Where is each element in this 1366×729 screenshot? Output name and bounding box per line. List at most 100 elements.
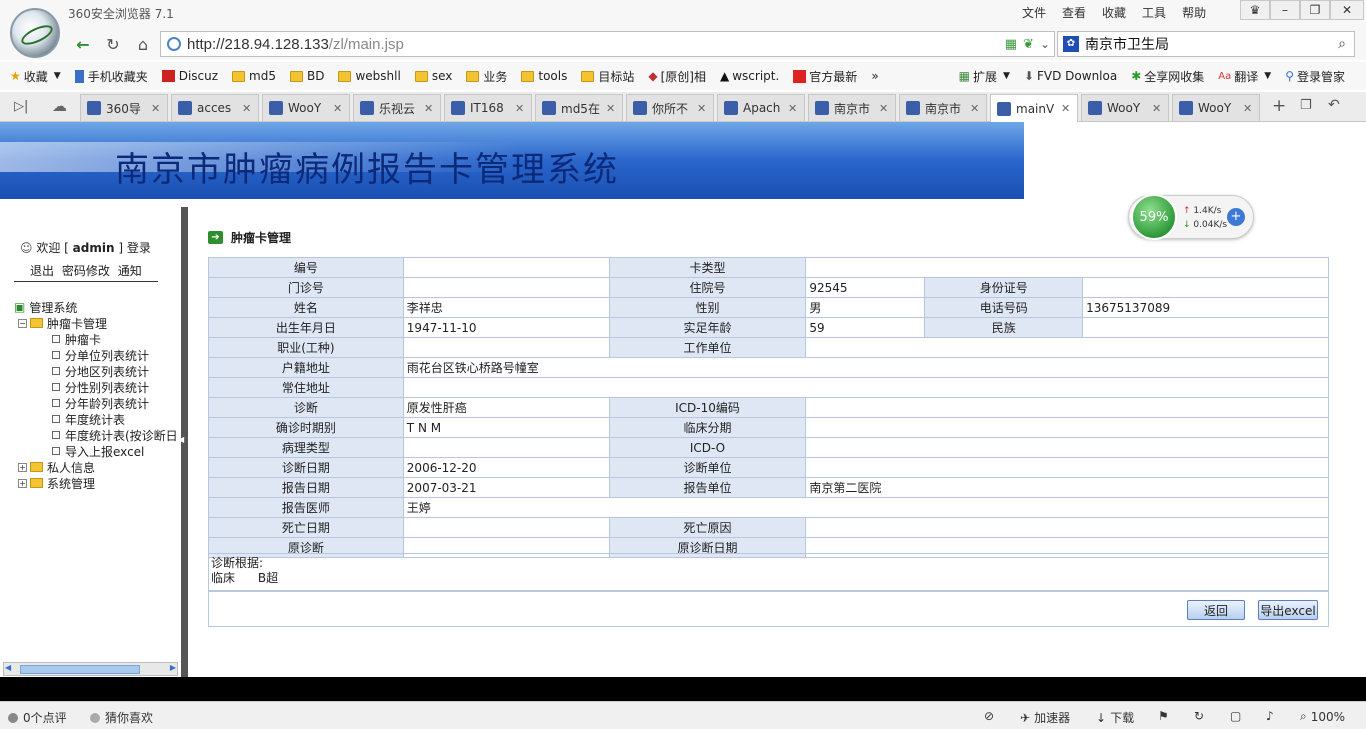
- search-icon[interactable]: ⌕: [1338, 36, 1346, 52]
- menu-view[interactable]: 查看: [1062, 4, 1086, 21]
- back-icon[interactable]: ←: [70, 32, 96, 56]
- tab-close-icon[interactable]: ✕: [424, 102, 436, 115]
- qr-icon[interactable]: ▦: [1005, 37, 1017, 52]
- status-volume-icon[interactable]: ♪: [1266, 709, 1274, 723]
- accelerator-status[interactable]: ✈ 加速器: [1020, 709, 1070, 726]
- tree-item-7[interactable]: 导入上报excel: [14, 443, 178, 459]
- skin-icon[interactable]: ♛: [1240, 0, 1270, 20]
- logout-link[interactable]: 退出: [30, 264, 54, 278]
- url-dropdown-icon[interactable]: ⌄: [1040, 37, 1050, 51]
- zoom-status[interactable]: ⌕ 100%: [1300, 709, 1345, 724]
- tab-close-icon[interactable]: ✕: [151, 102, 163, 115]
- tree-item-5[interactable]: 年度统计表: [14, 411, 178, 427]
- expand-icon[interactable]: +: [18, 462, 27, 472]
- home-icon[interactable]: ⌂: [130, 32, 156, 56]
- tab-5[interactable]: md5在 ✕: [535, 94, 623, 121]
- bookmark-md5[interactable]: md5: [232, 69, 276, 83]
- tab-10[interactable]: mainV ✕: [990, 94, 1078, 122]
- tree-item-1[interactable]: 分单位列表统计: [14, 347, 178, 363]
- url-field[interactable]: http://218.94.128.133/zl/main.jsp ▦ ❦ ⌄: [160, 31, 1055, 57]
- menu-help[interactable]: 帮助: [1182, 4, 1206, 21]
- tab-close-icon[interactable]: ✕: [879, 102, 891, 115]
- tab-close-icon[interactable]: ✕: [515, 102, 527, 115]
- search-input[interactable]: [1085, 36, 1315, 52]
- tab-12[interactable]: WooY ✕: [1172, 94, 1260, 121]
- tree-item-2[interactable]: 分地区列表统计: [14, 363, 178, 379]
- search-box[interactable]: ✿ ⌕: [1057, 31, 1355, 57]
- refresh-icon[interactable]: ↻: [100, 32, 126, 56]
- menu-file[interactable]: 文件: [1022, 4, 1046, 21]
- leaf-icon[interactable]: ❦: [1023, 37, 1034, 52]
- toolbar-collect[interactable]: ✱ 全享网收集: [1131, 68, 1204, 85]
- bookmark-wscript[interactable]: ▲ wscript.: [720, 69, 779, 83]
- bookmark-original[interactable]: ◆ [原创]相: [648, 68, 706, 85]
- scroll-left-icon[interactable]: ◀: [5, 663, 11, 672]
- tab-close-icon[interactable]: ✕: [606, 102, 618, 115]
- bookmark-webshll[interactable]: webshll: [338, 69, 401, 83]
- bookmark-more-icon[interactable]: »: [871, 69, 878, 83]
- toolbar-fvd[interactable]: ⬇ FVD Downloa: [1024, 69, 1117, 83]
- bookmark-tools[interactable]: tools: [521, 69, 567, 83]
- tab-close-icon[interactable]: ✕: [242, 102, 254, 115]
- guess-status[interactable]: 猜你喜欢: [90, 709, 153, 726]
- bookmark-official[interactable]: 官方最新: [793, 68, 857, 85]
- bookmark-bd[interactable]: BD: [290, 69, 324, 83]
- tree-group-tumor-card[interactable]: − 肿瘤卡管理: [14, 315, 178, 331]
- menu-tools[interactable]: 工具: [1142, 4, 1166, 21]
- tab-1[interactable]: acces ✕: [171, 94, 259, 121]
- bookmark-favorites[interactable]: ★ 收藏 ▼: [10, 68, 61, 85]
- tab-9[interactable]: 南京市 ✕: [899, 94, 987, 121]
- tree-item-3[interactable]: 分性别列表统计: [14, 379, 178, 395]
- status-flag-icon[interactable]: ⚑: [1158, 709, 1169, 723]
- expand-icon[interactable]: +: [18, 478, 27, 488]
- tab-2[interactable]: WooY ✕: [262, 94, 350, 121]
- tab-6[interactable]: 你所不 ✕: [626, 94, 714, 121]
- status-refresh-icon[interactable]: ↻: [1194, 709, 1204, 723]
- tab-close-icon[interactable]: ✕: [1061, 102, 1073, 115]
- tab-0[interactable]: 360导 ✕: [80, 94, 168, 121]
- bookmark-discuz[interactable]: Discuz: [161, 69, 218, 83]
- tab-close-icon[interactable]: ✕: [333, 102, 345, 115]
- tab-11[interactable]: WooY ✕: [1081, 94, 1169, 121]
- collapse-icon[interactable]: −: [18, 318, 27, 328]
- cloud-icon[interactable]: ☁: [52, 97, 67, 115]
- bookmark-target[interactable]: 目标站: [581, 68, 634, 85]
- tab-close-icon[interactable]: ✕: [788, 102, 800, 115]
- maximize-icon[interactable]: ❐: [1300, 0, 1330, 20]
- menu-favorites[interactable]: 收藏: [1102, 4, 1126, 21]
- tree-item-0[interactable]: 肿瘤卡: [14, 331, 178, 347]
- bookmark-business[interactable]: 业务: [466, 68, 507, 85]
- undo-close-icon[interactable]: ↶: [1328, 97, 1340, 113]
- tab-4[interactable]: IT168 ✕: [444, 94, 532, 121]
- tab-close-icon[interactable]: ✕: [1152, 102, 1164, 115]
- sidebar-toggle-icon[interactable]: ▷|: [14, 99, 28, 114]
- tree-item-6[interactable]: 年度统计表(按诊断日: [14, 427, 178, 443]
- change-password-link[interactable]: 密码修改: [62, 264, 110, 278]
- tree-root[interactable]: ▣ 管理系统: [14, 299, 178, 315]
- tab-close-icon[interactable]: ✕: [1243, 102, 1255, 115]
- new-tab-icon[interactable]: +: [1272, 96, 1286, 116]
- bookmark-mobile[interactable]: 手机收藏夹: [74, 68, 148, 85]
- tab-list-icon[interactable]: ❐: [1300, 98, 1312, 113]
- tab-7[interactable]: Apach ✕: [717, 94, 805, 121]
- tab-8[interactable]: 南京市 ✕: [808, 94, 896, 121]
- status-shield-icon[interactable]: ⊘: [984, 709, 994, 723]
- tab-close-icon[interactable]: ✕: [697, 102, 709, 115]
- toolbar-extensions[interactable]: ▦ 扩展 ▼: [959, 68, 1010, 85]
- scroll-thumb[interactable]: [20, 665, 140, 674]
- status-window-icon[interactable]: ▢: [1230, 709, 1241, 723]
- export-excel-button[interactable]: 导出excel: [1258, 600, 1318, 620]
- notice-link[interactable]: 通知: [118, 264, 142, 278]
- comments-status[interactable]: 0个点评: [8, 709, 67, 726]
- tab-close-icon[interactable]: ✕: [970, 102, 982, 115]
- minimize-icon[interactable]: –: [1270, 0, 1300, 20]
- download-status[interactable]: ↓ 下载: [1096, 709, 1134, 726]
- scroll-right-icon[interactable]: ▶: [170, 663, 176, 672]
- collapse-arrow-icon[interactable]: ◀: [178, 435, 186, 449]
- bookmark-sex[interactable]: sex: [414, 69, 452, 83]
- tab-3[interactable]: 乐视云 ✕: [353, 94, 441, 121]
- tree-group-private[interactable]: + 私人信息: [14, 459, 178, 475]
- close-icon[interactable]: ✕: [1330, 0, 1364, 20]
- toolbar-translate[interactable]: Aa 翻译 ▼: [1218, 68, 1271, 85]
- back-button[interactable]: 返回: [1187, 600, 1245, 620]
